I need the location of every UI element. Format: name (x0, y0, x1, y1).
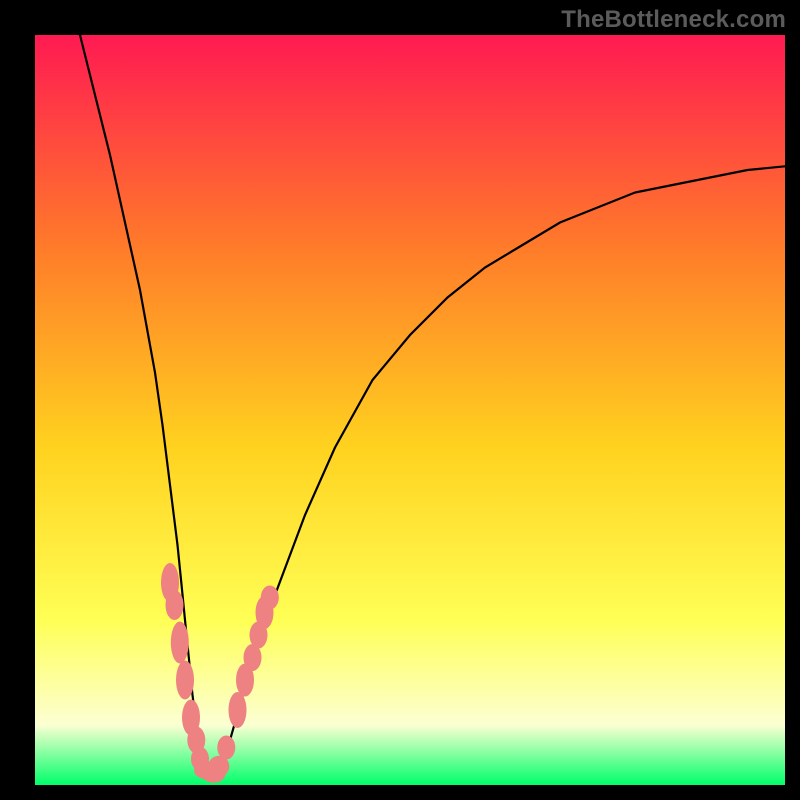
curve-layer (35, 35, 785, 785)
curve-marker (261, 586, 279, 610)
curve-markers (161, 563, 279, 783)
curve-marker (229, 692, 247, 728)
watermark-text: TheBottleneck.com (561, 6, 786, 34)
curve-marker (217, 736, 235, 760)
curve-marker (176, 661, 194, 700)
plot-area (35, 35, 785, 785)
curve-marker (166, 590, 184, 620)
curve-marker (171, 622, 189, 664)
chart-frame: TheBottleneck.com (0, 0, 800, 800)
